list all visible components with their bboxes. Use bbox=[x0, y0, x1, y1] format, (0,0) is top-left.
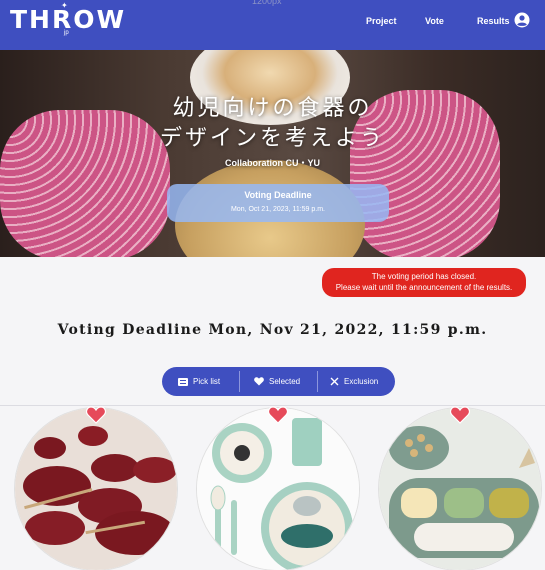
close-icon bbox=[330, 377, 339, 386]
product-image-red-lacquer bbox=[15, 408, 177, 570]
favorite-heart-icon[interactable] bbox=[268, 406, 288, 424]
product-card-animal-print[interactable] bbox=[197, 408, 359, 570]
hero-subtitle: Collaboration CU・YU bbox=[224, 158, 320, 168]
logo-subtext: jp bbox=[64, 30, 69, 36]
product-card-red-lacquer[interactable] bbox=[15, 408, 177, 570]
nav-project[interactable]: Project bbox=[366, 16, 397, 26]
hero-deadline-label: Voting Deadline bbox=[244, 190, 312, 200]
hero-title-line1: 幼児向けの食器の bbox=[172, 96, 373, 121]
notice-line1: The voting period has closed. bbox=[371, 272, 477, 281]
hero-title-line2: デザインを考えよう bbox=[159, 126, 385, 151]
filter-pick-list-label: Pick list bbox=[193, 377, 221, 386]
nav-results[interactable]: Results bbox=[477, 16, 510, 26]
lightbulb-icon: ✦ bbox=[61, 1, 68, 10]
hero-banner: 幼児向けの食器の デザインを考えよう Collaboration CU・YU V… bbox=[0, 50, 545, 257]
top-nav-bar: 1200px THROW ✦ jp Project Vote Results bbox=[0, 0, 545, 50]
width-marker: 1200px bbox=[252, 0, 282, 6]
heart-icon bbox=[254, 377, 264, 386]
filter-exclusion-button[interactable]: Exclusion bbox=[330, 367, 378, 396]
notice-line2: Please wait until the announcement of th… bbox=[335, 283, 513, 292]
voting-closed-notice: The voting period has closed. Please wai… bbox=[322, 268, 526, 297]
favorite-heart-icon[interactable] bbox=[86, 406, 106, 424]
filter-selected-label: Selected bbox=[269, 377, 301, 386]
filter-exclusion-label: Exclusion bbox=[344, 377, 379, 386]
product-image-green-silicone bbox=[379, 408, 541, 570]
product-card-green-silicone[interactable] bbox=[379, 408, 541, 570]
list-icon bbox=[178, 377, 188, 386]
filter-pick-list-button[interactable]: Pick list bbox=[178, 367, 220, 396]
hero-deadline-value: Mon, Oct 21, 2023, 11:59 p.m. bbox=[230, 206, 326, 213]
product-image-animal-print bbox=[197, 408, 359, 570]
filter-selected-button[interactable]: Selected bbox=[254, 367, 300, 396]
favorite-heart-icon[interactable] bbox=[450, 406, 470, 424]
nav-vote[interactable]: Vote bbox=[425, 16, 444, 26]
filter-divider bbox=[317, 371, 318, 392]
filter-bar: Pick list Selected Exclusion bbox=[162, 367, 395, 396]
hero-deadline-box: Voting Deadline Mon, Oct 21, 2023, 11:59… bbox=[167, 184, 389, 222]
user-circle-icon[interactable] bbox=[514, 12, 530, 28]
voting-deadline-heading: Voting Deadline Mon, Nov 21, 2022, 11:59… bbox=[57, 322, 488, 338]
filter-divider bbox=[239, 371, 240, 392]
